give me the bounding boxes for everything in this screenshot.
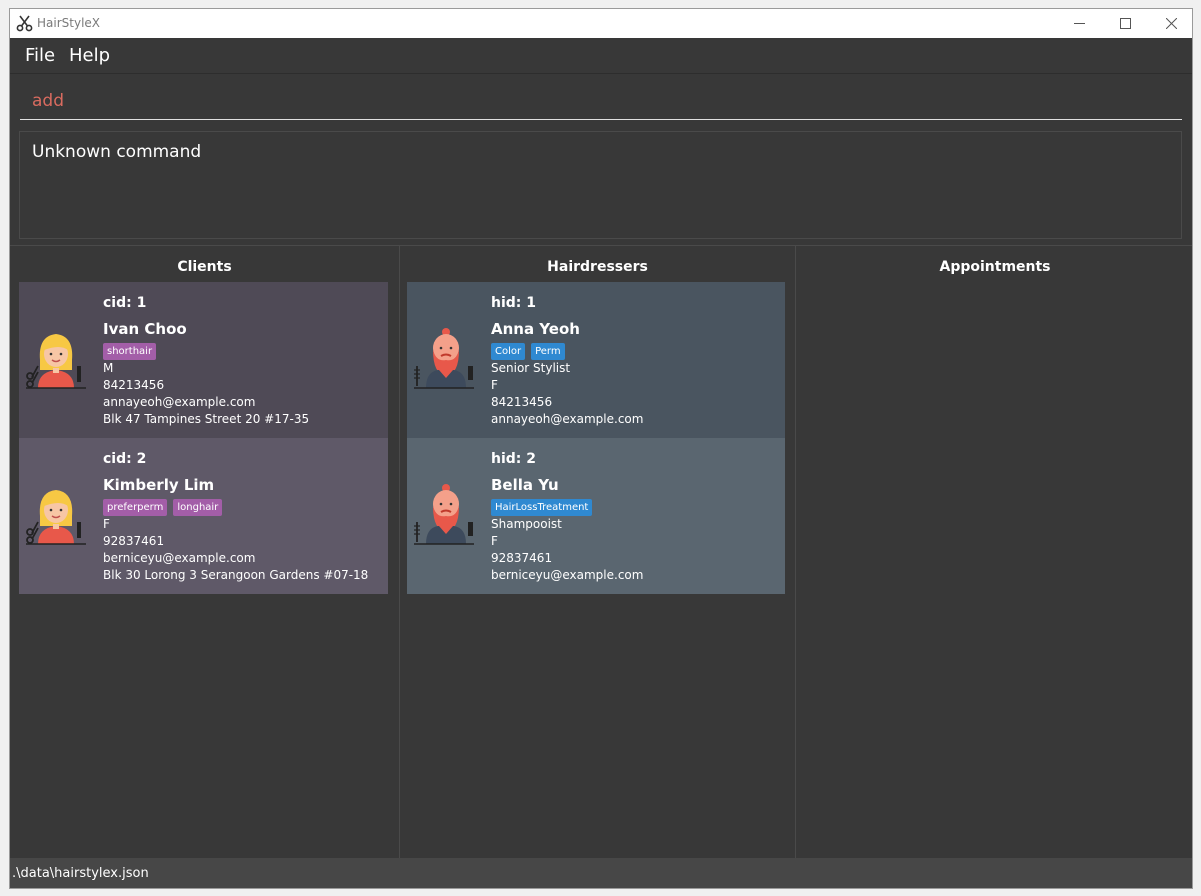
hairdresser-card[interactable]: hid: 2 Bella Yu HairLossTreatment Shampo… <box>407 438 785 594</box>
client-email: annayeoh@example.com <box>103 395 256 409</box>
hairdresser-name: Anna Yeoh <box>491 320 580 338</box>
client-id: cid: 1 <box>103 295 147 311</box>
window-title: HairStyleX <box>37 16 101 30</box>
tag: shorthair <box>103 343 157 360</box>
hairdresser-woman-icon <box>26 490 86 545</box>
hairdresser-tags: Color Perm <box>491 343 565 360</box>
maximize-button[interactable] <box>1102 9 1148 38</box>
hairdresser-card[interactable]: hid: 1 Anna Yeoh Color Perm Senior Styli… <box>407 282 785 438</box>
command-input[interactable] <box>20 83 1182 119</box>
bearded-barber-icon <box>414 484 474 545</box>
close-button[interactable] <box>1148 9 1192 38</box>
client-name: Kimberly Lim <box>103 476 215 494</box>
maximize-icon <box>1119 18 1131 29</box>
hairdresser-name: Bella Yu <box>491 476 559 494</box>
hairdresser-phone: 92837461 <box>491 551 553 565</box>
tag: longhair <box>173 499 223 516</box>
client-tags: preferperm longhair <box>103 499 223 516</box>
bearded-barber-icon <box>414 328 474 389</box>
result-display[interactable]: Unknown command <box>19 131 1182 239</box>
result-text: Unknown command <box>32 142 202 162</box>
menu-file[interactable]: File <box>25 45 55 66</box>
client-card[interactable]: cid: 2 Kimberly Lim preferperm longhair … <box>19 438 388 594</box>
title-bar[interactable]: HairStyleX <box>10 9 1192 38</box>
clients-title: Clients <box>177 259 232 275</box>
client-tags: shorthair <box>103 343 157 360</box>
client-address: Blk 30 Lorong 3 Serangoon Gardens #07-18 <box>103 568 369 582</box>
hairdresser-email: berniceyu@example.com <box>491 568 644 582</box>
command-box <box>20 83 1182 120</box>
client-address: Blk 47 Tampines Street 20 #17-35 <box>103 412 310 426</box>
client-id: cid: 2 <box>103 451 147 467</box>
hairdresser-title: Senior Stylist <box>491 361 571 375</box>
minimize-icon <box>1073 23 1085 24</box>
menu-help[interactable]: Help <box>69 45 110 66</box>
close-icon <box>1165 18 1177 29</box>
hairdressers-panel: Hairdressers hid: 1 Anna Yeoh Color Perm… <box>400 246 795 858</box>
hairdresser-id: hid: 1 <box>491 295 537 311</box>
tag: Perm <box>531 343 565 360</box>
scissors-icon <box>16 15 33 32</box>
app-window: HairStyleX File Help Unknown command Cli… <box>9 8 1193 889</box>
hairdresser-phone: 84213456 <box>491 395 553 409</box>
minimize-button[interactable] <box>1056 9 1102 38</box>
status-bar: .\data\hairstylex.json <box>10 858 1192 888</box>
hairdresser-gender: F <box>491 534 498 548</box>
client-email: berniceyu@example.com <box>103 551 256 565</box>
hairdresser-gender: F <box>491 378 498 392</box>
client-phone: 84213456 <box>103 378 165 392</box>
appointments-title: Appointments <box>939 259 1051 275</box>
hairdressers-title: Hairdressers <box>547 259 648 275</box>
hairdresser-tags: HairLossTreatment <box>491 499 593 516</box>
hairdresser-title: Shampooist <box>491 517 562 531</box>
client-gender: F <box>103 517 110 531</box>
tag: HairLossTreatment <box>491 499 593 516</box>
clients-panel: Clients cid: 1 Ivan Choo shorthair M 842… <box>10 246 399 858</box>
menu-bar: File Help <box>10 38 1192 74</box>
hairdresser-email: annayeoh@example.com <box>491 412 644 426</box>
client-gender: M <box>103 361 114 375</box>
tag: Color <box>491 343 526 360</box>
client-phone: 92837461 <box>103 534 165 548</box>
appointments-panel: Appointments <box>796 246 1192 858</box>
hairdresser-woman-icon <box>26 334 86 389</box>
client-name: Ivan Choo <box>103 320 187 338</box>
tag: preferperm <box>103 499 168 516</box>
client-card[interactable]: cid: 1 Ivan Choo shorthair M 84213456 an… <box>19 282 388 438</box>
save-location: .\data\hairstylex.json <box>12 866 149 881</box>
hairdresser-id: hid: 2 <box>491 451 537 467</box>
